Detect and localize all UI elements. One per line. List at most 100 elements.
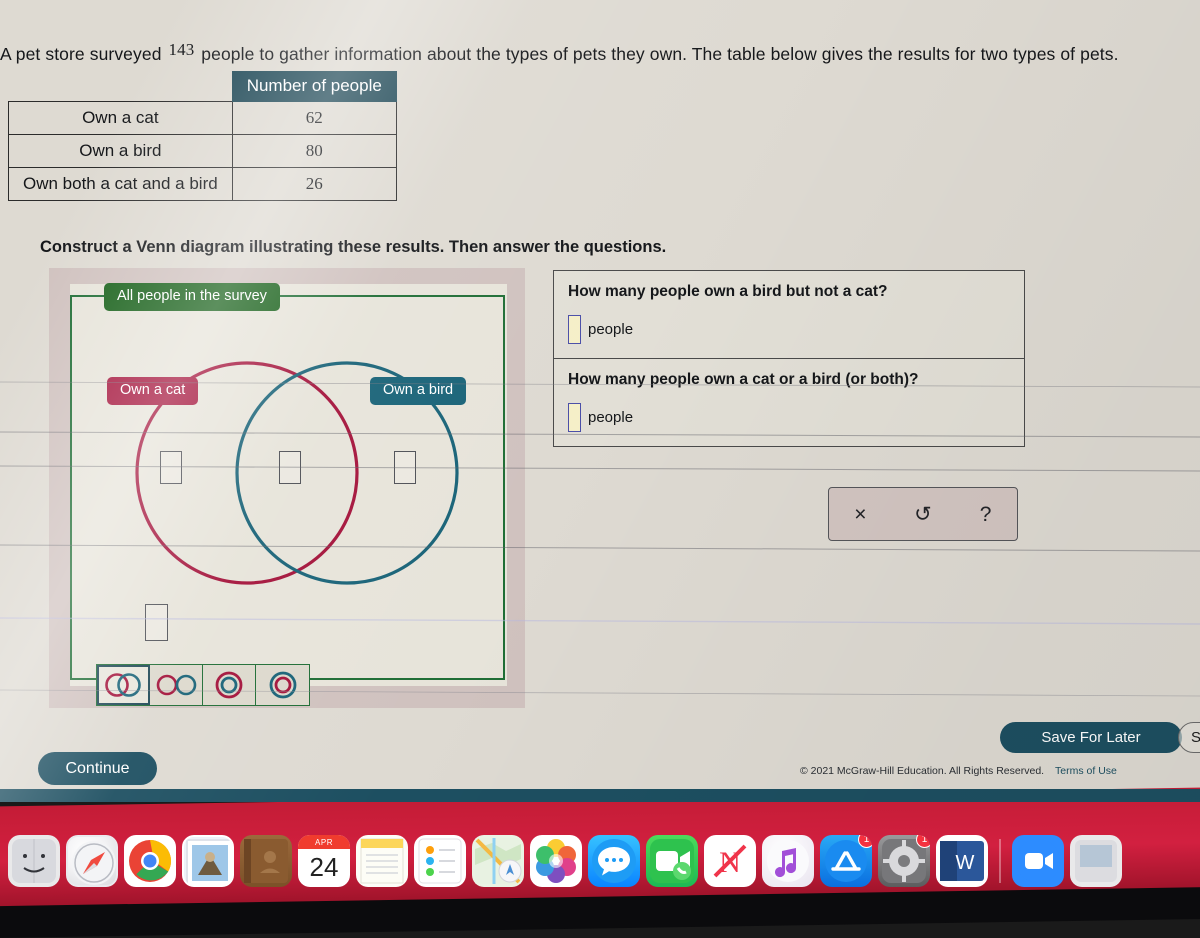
maps-icon [475, 838, 522, 884]
news-icon: N [709, 840, 751, 882]
nested-circles-cat-outer-icon [215, 671, 243, 699]
help-button[interactable]: ? [963, 504, 1009, 525]
venn-input-intersection[interactable] [279, 451, 301, 484]
answer-toolbar: × ↺ ? [828, 487, 1018, 541]
safari-compass-icon [72, 841, 116, 885]
prompt-before: A pet store surveyed [0, 44, 162, 64]
row-label-own-a-cat: Own a cat [8, 101, 233, 135]
dock-item-calendar-icon[interactable]: APR 24 [298, 835, 350, 887]
question-1: How many people own a bird but not a cat… [553, 270, 1025, 359]
table-row: Own a bird 80 [8, 134, 397, 168]
clear-button[interactable]: × [837, 504, 883, 525]
venn-input-bird-only[interactable] [394, 451, 416, 484]
instruction-text: Construct a Venn diagram illustrating th… [40, 238, 667, 256]
continue-button[interactable]: Continue [38, 752, 157, 785]
contacts-book-icon [244, 839, 288, 883]
table-header-row: Number of people [9, 71, 397, 102]
word-icon: W [940, 841, 984, 881]
dock-item-photos-icon[interactable] [530, 835, 582, 887]
questions-panel: How many people own a bird but not a cat… [553, 270, 1025, 447]
question-2-answer-input[interactable] [568, 403, 581, 432]
prompt-after: people to gather information about the t… [201, 44, 1119, 64]
cat-label-tag: Own a cat [107, 377, 199, 405]
palette-option-disjoint-circles[interactable] [150, 665, 203, 705]
facetime-icon [650, 839, 694, 883]
generic-app-icon [1075, 840, 1117, 882]
question-1-answer-line: people [568, 315, 1010, 344]
footer-bar [0, 789, 1200, 802]
dock-item-app-store-icon[interactable]: 1 [820, 835, 872, 887]
question-2-answer-line: people [568, 403, 1010, 432]
dock-item-notes-icon[interactable] [356, 835, 408, 887]
question-1-answer-input[interactable] [568, 315, 581, 344]
venn-shape-palette[interactable] [96, 664, 310, 706]
messages-icon [592, 839, 636, 883]
disjoint-circles-icon [156, 674, 197, 696]
notes-icon [360, 838, 404, 884]
dock-item-preview-icon[interactable] [1070, 835, 1122, 887]
universe-label-tag: All people in the survey [104, 283, 280, 311]
dock-separator [999, 839, 1001, 883]
table-row: Own both a cat and a bird 26 [8, 167, 397, 201]
venn-input-cat-only[interactable] [160, 451, 182, 484]
overlapping-circles-icon [105, 673, 141, 697]
copyright-notice: © 2021 McGraw-Hill Education. All Rights… [800, 765, 1117, 777]
table-corner-cell [9, 72, 233, 102]
submit-button[interactable]: S [1178, 722, 1200, 753]
table-header-number-of-people: Number of people [231, 71, 397, 102]
copyright-text: © 2021 McGraw-Hill Education. All Rights… [800, 765, 1045, 777]
dock-item-maps-icon[interactable] [472, 835, 524, 887]
alekslearning-exercise-page: A pet store surveyed 143 people to gathe… [0, 0, 1200, 802]
row-value-own-a-cat: 62 [231, 101, 397, 135]
reminders-icon [418, 838, 462, 884]
problem-statement: A pet store surveyed 143 people to gathe… [0, 40, 1195, 65]
dock-item-system-preferences-icon[interactable]: 1 [878, 835, 930, 887]
palette-option-cat-inside-bird[interactable] [256, 665, 309, 705]
dock-item-music-icon[interactable] [762, 835, 814, 887]
question-2: How many people own a cat or a bird (or … [553, 359, 1025, 447]
row-label-own-a-bird: Own a bird [8, 134, 233, 168]
dock-item-chrome-icon[interactable] [124, 835, 176, 887]
photographed-screen: A pet store surveyed 143 people to gathe… [0, 0, 1200, 802]
dock-badge: 1 [858, 835, 872, 848]
row-value-own-a-bird: 80 [231, 134, 397, 168]
undo-button[interactable]: ↺ [900, 504, 946, 525]
row-label-own-both: Own both a cat and a bird [8, 167, 233, 201]
dock-badge: 1 [916, 835, 930, 848]
calendar-day-label: 24 [309, 851, 339, 882]
finder-icon [12, 839, 56, 883]
question-1-unit: people [588, 321, 634, 338]
svg-text:W: W [956, 852, 975, 874]
dock-item-messages-icon[interactable] [588, 835, 640, 887]
dock-item-safari-icon[interactable] [66, 835, 118, 887]
dock-item-mail-icon[interactable] [182, 835, 234, 887]
photos-pinwheel-icon [536, 839, 576, 883]
question-2-unit: people [588, 409, 634, 426]
save-for-later-button[interactable]: Save For Later [1000, 722, 1182, 753]
dock-item-word-icon[interactable]: W [936, 835, 988, 887]
chrome-icon [129, 840, 172, 882]
venn-input-outside[interactable] [145, 604, 168, 641]
universe-rectangle [70, 295, 505, 680]
dock-item-contacts-icon[interactable] [240, 835, 292, 887]
pet-survey-table: Number of people Own a cat 62 Own a bird… [8, 71, 397, 201]
table-row: Own a cat 62 [8, 101, 397, 135]
question-2-text: How many people own a cat or a bird (or … [568, 371, 919, 388]
prompt-count: 143 [168, 40, 195, 59]
question-1-text: How many people own a bird but not a cat… [568, 283, 888, 300]
dock-item-news-icon[interactable]: N [704, 835, 756, 887]
palette-option-overlapping-circles[interactable] [97, 665, 150, 705]
music-note-icon [767, 840, 809, 882]
bird-label-tag: Own a bird [370, 377, 467, 405]
macos-dock[interactable]: APR24 N 1 1 W [0, 825, 1200, 887]
palette-option-bird-inside-cat[interactable] [203, 665, 256, 705]
nested-circles-bird-outer-icon [269, 671, 296, 699]
dock-item-facetime-icon[interactable] [646, 835, 698, 887]
row-value-own-both: 26 [231, 167, 397, 201]
dock-item-finder-icon[interactable] [8, 835, 60, 887]
terms-of-use-link[interactable]: Terms of Use [1055, 765, 1117, 777]
zoom-icon [1016, 839, 1060, 883]
dock-item-reminders-icon[interactable] [414, 835, 466, 887]
dock-item-zoom-icon[interactable] [1012, 835, 1064, 887]
mail-stamp-icon [186, 839, 232, 885]
